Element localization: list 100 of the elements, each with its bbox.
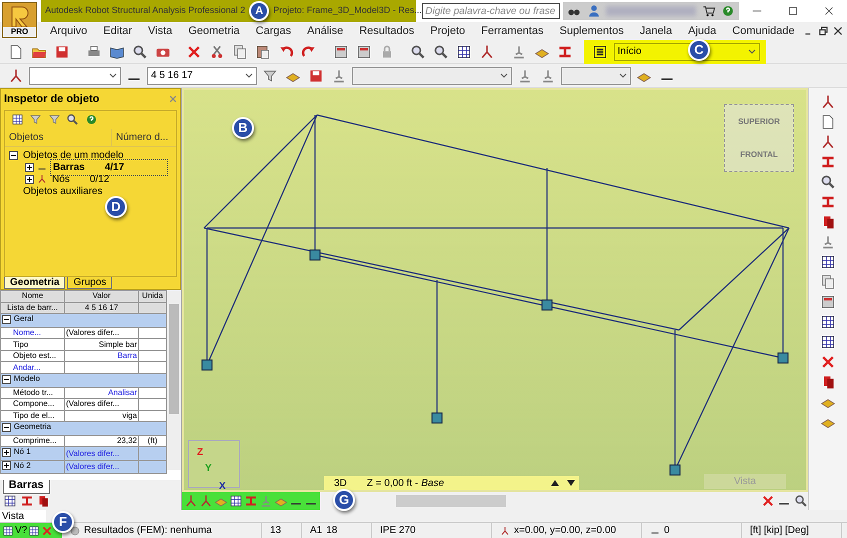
cube-face-label: FRONTAL xyxy=(740,148,778,160)
table-cell[interactable]: Nome... xyxy=(0,327,64,339)
grid-icon[interactable] xyxy=(820,314,836,330)
filter-icon[interactable] xyxy=(29,113,42,126)
chevron-down-icon[interactable] xyxy=(500,72,508,78)
chevron-down-icon[interactable] xyxy=(245,72,253,78)
collapse-icon[interactable] xyxy=(2,374,11,384)
copy-icon[interactable] xyxy=(232,44,248,60)
arrow-up-icon[interactable] xyxy=(550,480,559,486)
redo-icon[interactable] xyxy=(301,44,317,60)
expand-icon[interactable] xyxy=(25,162,34,172)
arrow-down-icon[interactable] xyxy=(566,480,575,486)
axis-label: Z xyxy=(197,446,204,460)
tool-label[interactable]: V? xyxy=(15,523,28,538)
grid-icon[interactable] xyxy=(820,254,836,270)
grid-icon[interactable] xyxy=(28,524,40,536)
menu-item[interactable]: Ajuda xyxy=(680,22,724,40)
app-menu-button[interactable]: PRO xyxy=(2,2,38,38)
delete-icon[interactable] xyxy=(186,44,202,60)
grid-icon[interactable] xyxy=(456,44,472,60)
tree-item[interactable]: Objetos auxiliares xyxy=(21,184,104,198)
zoom-icon[interactable] xyxy=(410,44,426,60)
menu-item[interactable]: Cargas xyxy=(248,22,300,40)
i-beam-icon[interactable] xyxy=(820,194,836,210)
user-icon[interactable] xyxy=(586,4,600,18)
collapse-icon[interactable] xyxy=(9,150,18,160)
menu-item[interactable]: Ferramentas xyxy=(473,22,552,40)
menu-item[interactable]: Vista xyxy=(140,22,180,40)
scissors-icon[interactable] xyxy=(209,44,225,60)
table-cell[interactable]: Analisar xyxy=(64,387,138,399)
restore-icon[interactable] xyxy=(818,24,830,37)
collapse-icon[interactable] xyxy=(2,422,11,432)
chevron-down-icon[interactable] xyxy=(109,72,117,78)
menu-item[interactable]: Comunidade xyxy=(724,22,803,40)
table-icon[interactable] xyxy=(820,334,836,350)
table-cell[interactable]: Barra xyxy=(64,350,138,362)
undo-icon[interactable] xyxy=(278,44,294,60)
snap-icon[interactable] xyxy=(2,524,14,536)
column-header: Número d... xyxy=(111,129,172,146)
menu-item[interactable]: Arquivo xyxy=(42,22,96,40)
calculator-icon[interactable] xyxy=(332,44,348,60)
collapse-icon[interactable] xyxy=(2,314,11,324)
calculator-icon[interactable] xyxy=(356,44,372,60)
new-file-icon[interactable] xyxy=(8,44,24,60)
zoom-icon[interactable] xyxy=(433,44,449,60)
panel-tab[interactable]: Geometria xyxy=(4,277,66,289)
node-select-icon[interactable] xyxy=(8,68,24,84)
bar-selection-field[interactable]: 4 5 16 17 xyxy=(147,66,257,84)
cross-icon[interactable] xyxy=(820,354,836,370)
menu-item[interactable]: Projeto xyxy=(422,22,474,40)
branch-icon[interactable] xyxy=(820,94,836,110)
columns-icon[interactable] xyxy=(10,113,24,126)
menu-item[interactable]: Análise xyxy=(299,22,352,40)
chevron-down-icon[interactable] xyxy=(619,72,627,78)
branch-icon[interactable] xyxy=(479,44,495,60)
status-text: IPE 270 xyxy=(380,524,416,538)
table-icon[interactable] xyxy=(820,294,836,310)
command-field[interactable]: Vista xyxy=(0,510,46,522)
axes-icon[interactable] xyxy=(820,134,836,150)
close-icon[interactable] xyxy=(832,24,844,37)
table-cell: (Valores difer... xyxy=(64,327,138,339)
axis-label: Y xyxy=(205,462,212,476)
tree-item[interactable]: Barras 4/17 xyxy=(50,158,168,176)
paste-icon[interactable] xyxy=(255,44,271,60)
expand-icon[interactable] xyxy=(2,448,11,457)
search-field[interactable]: Digite palavra-chave ou frase xyxy=(422,3,560,19)
chevron-down-icon[interactable] xyxy=(748,48,756,54)
sheets-icon[interactable] xyxy=(820,274,836,290)
view-name: Vista xyxy=(704,474,786,489)
scrollbar[interactable] xyxy=(167,290,181,470)
help-icon[interactable] xyxy=(721,4,735,18)
scrollbar[interactable] xyxy=(396,495,506,507)
node-selection-field[interactable] xyxy=(29,66,121,84)
axes-icon[interactable] xyxy=(500,526,510,536)
menu-item[interactable]: Janela xyxy=(632,22,680,40)
menu-item[interactable]: Editar xyxy=(95,22,140,40)
menu-item[interactable]: Resultados xyxy=(351,22,422,40)
search-icon[interactable] xyxy=(66,113,79,126)
status-text: 0 xyxy=(664,524,670,538)
filter-clear-icon[interactable] xyxy=(48,113,60,126)
panel-tab[interactable]: Barras xyxy=(2,480,50,494)
save-icon[interactable] xyxy=(54,44,70,60)
table-cell: (Valores difer... xyxy=(64,460,138,474)
table-cell: Compone... xyxy=(0,398,64,410)
expand-icon[interactable] xyxy=(25,174,34,184)
load-icon[interactable] xyxy=(517,68,533,84)
menu-item[interactable]: Suplementos xyxy=(551,22,632,40)
panel-tab[interactable]: Grupos xyxy=(67,277,112,289)
view-tab[interactable]: Z = 0,00 ft - Base xyxy=(356,476,547,490)
support-icon[interactable] xyxy=(331,68,347,84)
menu-item[interactable]: Geometria xyxy=(180,22,248,40)
load-icon[interactable] xyxy=(540,68,556,84)
tool-icon[interactable] xyxy=(229,494,243,508)
help-icon[interactable] xyxy=(84,113,98,126)
layout-icon[interactable] xyxy=(592,44,608,60)
preview-icon[interactable] xyxy=(132,44,148,60)
expand-icon[interactable] xyxy=(2,461,11,470)
view-tab[interactable]: 3D xyxy=(324,476,357,490)
cart-icon[interactable] xyxy=(702,4,716,18)
support-node xyxy=(310,250,320,260)
